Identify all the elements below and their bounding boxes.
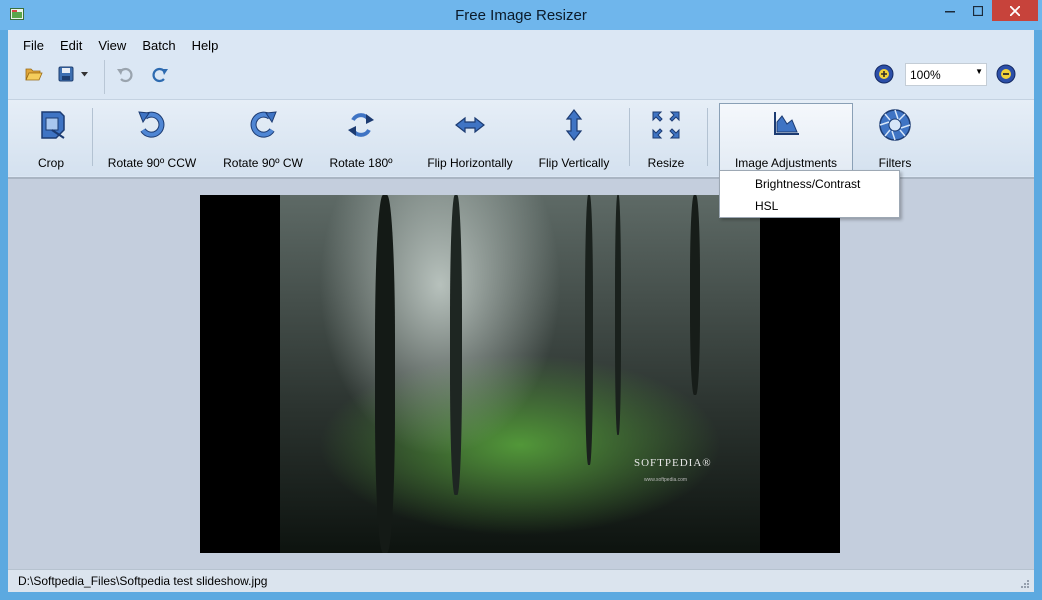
crop-label: Crop (37, 156, 64, 170)
zoom-in-icon (874, 64, 894, 84)
photo-tree (450, 195, 462, 495)
filters-button[interactable]: Filters (870, 104, 920, 170)
image-adjustments-label: Image Adjustments (734, 156, 838, 170)
menu-view[interactable]: View (90, 34, 134, 56)
maximize-icon (973, 6, 983, 16)
rotate-cw-label: Rotate 90º CW (223, 156, 303, 170)
watermark-url: www.softpedia.com (644, 477, 688, 483)
menu-item-brightness-contrast[interactable]: Brightness/Contrast (720, 175, 899, 197)
menu-file[interactable]: File (8, 34, 52, 56)
forest-photo (280, 195, 760, 553)
title-bar[interactable]: Free Image Resizer (0, 0, 1042, 30)
crop-button[interactable]: Crop (30, 104, 72, 170)
flip-vertical-label: Flip Vertically (538, 156, 610, 170)
watermark-text: SOFTPEDIA® (634, 457, 712, 469)
photo-tree (375, 195, 395, 553)
rotate-180-button[interactable]: Rotate 180º (324, 104, 398, 170)
adjustments-dropdown: Brightness/Contrast HSL (719, 170, 900, 218)
app-window: Free Image Resizer File Edit View Batch … (0, 0, 1042, 600)
undo-icon (117, 67, 133, 83)
rotate-ccw-icon (138, 111, 165, 138)
ribbon-separator (707, 108, 708, 166)
save-icon (58, 66, 74, 82)
undo-button[interactable] (114, 62, 136, 86)
flip-horizontal-button[interactable]: Flip Horizontally (418, 104, 522, 170)
zoom-select[interactable]: 100% ▼ (905, 63, 987, 86)
save-dropdown-button[interactable] (77, 62, 91, 86)
flip-vertical-button[interactable]: Flip Vertically (532, 104, 616, 170)
ribbon-separator (92, 108, 93, 166)
resize-icon (652, 111, 680, 139)
rotate-cw-button[interactable]: Rotate 90º CW (218, 104, 308, 170)
window-title: Free Image Resizer (455, 7, 587, 24)
resize-grip-icon[interactable] (1020, 579, 1030, 589)
folder-open-icon (25, 68, 43, 81)
menu-batch[interactable]: Batch (134, 34, 183, 56)
resize-button[interactable]: Resize (644, 104, 688, 170)
redo-icon (152, 67, 168, 83)
image-adjustments-button[interactable]: Image Adjustments (719, 103, 853, 171)
zoom-out-icon (996, 64, 1016, 84)
zoom-value: 100% (910, 68, 941, 82)
menu-item-hsl[interactable]: HSL (720, 197, 899, 219)
rotate-ccw-button[interactable]: Rotate 90º CCW (102, 104, 202, 170)
close-button[interactable] (992, 0, 1038, 21)
flip-horizontal-label: Flip Horizontally (427, 156, 513, 170)
flip-horizontal-icon (455, 116, 485, 134)
chevron-down-icon: ▼ (975, 67, 983, 76)
ribbon-separator (629, 108, 630, 166)
rotate-180-label: Rotate 180º (329, 156, 393, 170)
filters-label: Filters (878, 156, 912, 170)
photo-tree (615, 195, 621, 435)
minimize-button[interactable] (936, 0, 964, 22)
file-path: D:\Softpedia_Files\Softpedia test slides… (18, 574, 268, 588)
zoom-in-button[interactable] (874, 64, 894, 84)
client-area: File Edit View Batch Help 100% ▼ Crop Ro… (8, 30, 1034, 592)
toolbar-separator (104, 60, 105, 94)
crop-icon (41, 111, 65, 139)
save-button[interactable] (55, 62, 77, 86)
image-canvas[interactable]: SOFTPEDIA® www.softpedia.com (8, 177, 1034, 569)
flip-vertical-icon (565, 109, 583, 141)
redo-button[interactable] (149, 62, 171, 86)
zoom-out-button[interactable] (996, 64, 1016, 84)
filters-icon (879, 109, 911, 141)
menu-help[interactable]: Help (184, 34, 227, 56)
ribbon-toolbar: Crop Rotate 90º CCW Rotate 90º CW Rotate… (8, 100, 1034, 176)
rotate-cw-icon (250, 111, 277, 138)
menu-bar: File Edit View Batch Help (8, 34, 226, 56)
photo-tree (585, 195, 593, 465)
maximize-button[interactable] (964, 0, 992, 22)
image-adjustments-icon (774, 112, 799, 135)
close-icon (1010, 5, 1020, 16)
rotate-180-icon (348, 113, 374, 137)
status-bar: D:\Softpedia_Files\Softpedia test slides… (8, 569, 1034, 592)
minimize-icon (945, 11, 955, 13)
open-button[interactable] (23, 62, 45, 86)
resize-label: Resize (647, 156, 685, 170)
menu-edit[interactable]: Edit (52, 34, 90, 56)
rotate-ccw-label: Rotate 90º CCW (107, 156, 197, 170)
chevron-down-icon (80, 71, 88, 76)
photo-tree (690, 195, 700, 395)
image-preview[interactable]: SOFTPEDIA® www.softpedia.com (200, 195, 840, 553)
